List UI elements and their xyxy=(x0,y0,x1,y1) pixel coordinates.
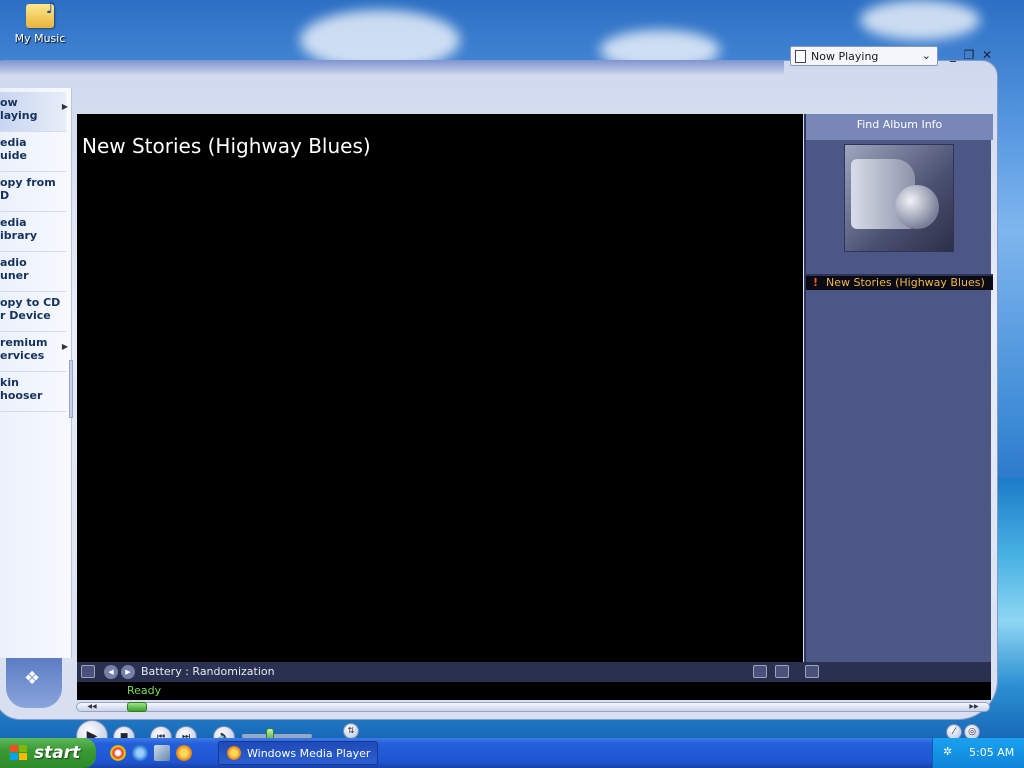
start-label: start xyxy=(34,743,81,763)
seek-forward-icon: ▶▶ xyxy=(969,703,979,710)
seek-thumb[interactable] xyxy=(126,702,147,712)
nav-label: uide xyxy=(0,149,27,162)
media-player-icon xyxy=(227,746,241,760)
minimize-button[interactable]: _ xyxy=(946,48,960,62)
find-album-info-link[interactable]: Find Album Info xyxy=(806,114,993,140)
nav-skin-chooser[interactable]: kin hooser xyxy=(0,372,66,412)
music-note-icon xyxy=(895,185,939,229)
restore-button[interactable]: ❐ xyxy=(962,48,976,62)
taskbar-toggle-handle[interactable] xyxy=(69,360,73,418)
arrow-right-icon: ▶ xyxy=(61,102,68,111)
nav-label: edia xyxy=(0,136,27,149)
nav-label: opy to CD xyxy=(0,296,61,309)
seek-bar[interactable]: ◀◀ ▶▶ xyxy=(76,702,990,712)
info-bar: ◀ ▶ Battery : Randomization xyxy=(77,662,991,682)
playlist-item-title: New Stories (Highway Blues) xyxy=(826,276,985,289)
zoom-icon[interactable] xyxy=(775,665,789,678)
title-bar[interactable] xyxy=(0,60,784,74)
nav-label: uner xyxy=(0,269,29,282)
internet-explorer-icon[interactable] xyxy=(132,745,148,761)
music-folder-icon xyxy=(26,0,56,28)
playlist-item[interactable]: ! New Stories (Highway Blues) xyxy=(806,276,993,290)
nav-label: ibrary xyxy=(0,229,38,242)
nav-label: laying xyxy=(0,109,38,122)
now-playing-icon xyxy=(795,50,806,63)
chevron-down-icon: ⌄ xyxy=(921,49,931,62)
warning-icon: ! xyxy=(813,276,819,289)
nav-media-library[interactable]: edia ibrary xyxy=(0,212,66,252)
chrome-icon[interactable] xyxy=(110,745,126,761)
desktop-icon-my-music[interactable]: My Music xyxy=(12,0,68,45)
nav-label: D xyxy=(0,189,10,202)
nav-label: remium xyxy=(0,336,48,349)
toggle-panel-icon[interactable] xyxy=(81,665,95,678)
nav-copy-from-cd[interactable]: opy from D xyxy=(0,172,66,212)
playlist-panel: Find Album Info ! New Stories (Highway B… xyxy=(804,114,993,662)
visualization-name: Battery : Randomization xyxy=(141,665,275,678)
nav-media-guide[interactable]: edia uide xyxy=(0,132,66,172)
windows-logo-icon: ❖ xyxy=(6,658,62,708)
nav-label: opy from xyxy=(0,176,56,189)
windows-taskbar: start Windows Media Player ✲ 5:05 AM xyxy=(0,738,1024,768)
nav-premium-services[interactable]: remium ervices ▶ xyxy=(0,332,68,372)
status-text: Ready xyxy=(127,684,162,697)
system-tray: ✲ 5:05 AM xyxy=(932,738,1024,768)
start-button[interactable]: start xyxy=(0,738,96,768)
nav-label: kin xyxy=(0,376,19,389)
fullscreen-icon[interactable] xyxy=(753,665,767,678)
playlist-toggle-icon[interactable] xyxy=(805,665,819,678)
nav-label: edia xyxy=(0,216,27,229)
cloud xyxy=(860,0,980,40)
previous-visualization-button[interactable]: ◀ xyxy=(104,665,118,679)
nav-now-playing[interactable]: ow laying ▶ xyxy=(0,92,68,132)
windows-flag-icon xyxy=(10,745,28,761)
now-playing-title: New Stories (Highway Blues) xyxy=(82,134,371,158)
view-selector-value: Now Playing xyxy=(811,50,879,63)
seek-back-icon: ◀◀ xyxy=(87,703,97,710)
close-button[interactable]: ✕ xyxy=(980,48,994,62)
nav-copy-to-cd[interactable]: opy to CD r Device xyxy=(0,292,66,332)
taskbar-item-media-player[interactable]: Windows Media Player xyxy=(218,741,378,765)
arrow-right-icon: ▶ xyxy=(61,342,68,351)
media-player-quicklaunch-icon[interactable] xyxy=(176,745,192,761)
nav-label: adio xyxy=(0,256,27,269)
next-visualization-button[interactable]: ▶ xyxy=(121,665,135,679)
clock[interactable]: 5:05 AM xyxy=(969,746,1014,759)
status-bar: Ready xyxy=(77,682,991,700)
nav-radio-tuner[interactable]: adio uner xyxy=(0,252,66,292)
video-area[interactable]: New Stories (Highway Blues) xyxy=(77,114,803,662)
nav-label: r Device xyxy=(0,309,51,322)
view-selector-dropdown[interactable]: Now Playing ⌄ xyxy=(790,46,938,66)
shuffle-button[interactable]: ⇅ xyxy=(343,723,359,739)
taskbar-item-label: Windows Media Player xyxy=(247,747,371,760)
network-icon[interactable]: ✲ xyxy=(943,745,959,761)
feature-taskbar: ow laying ▶ edia uide opy from D edia ib… xyxy=(0,88,72,658)
email-icon[interactable] xyxy=(154,745,170,761)
nav-label: ow xyxy=(0,96,18,109)
media-player-window: Now Playing ⌄ _ ❐ ✕ ow laying ▶ edia uid… xyxy=(0,40,998,752)
nav-label: hooser xyxy=(0,389,43,402)
album-art-image xyxy=(844,144,954,252)
nav-label: ervices xyxy=(0,349,45,362)
